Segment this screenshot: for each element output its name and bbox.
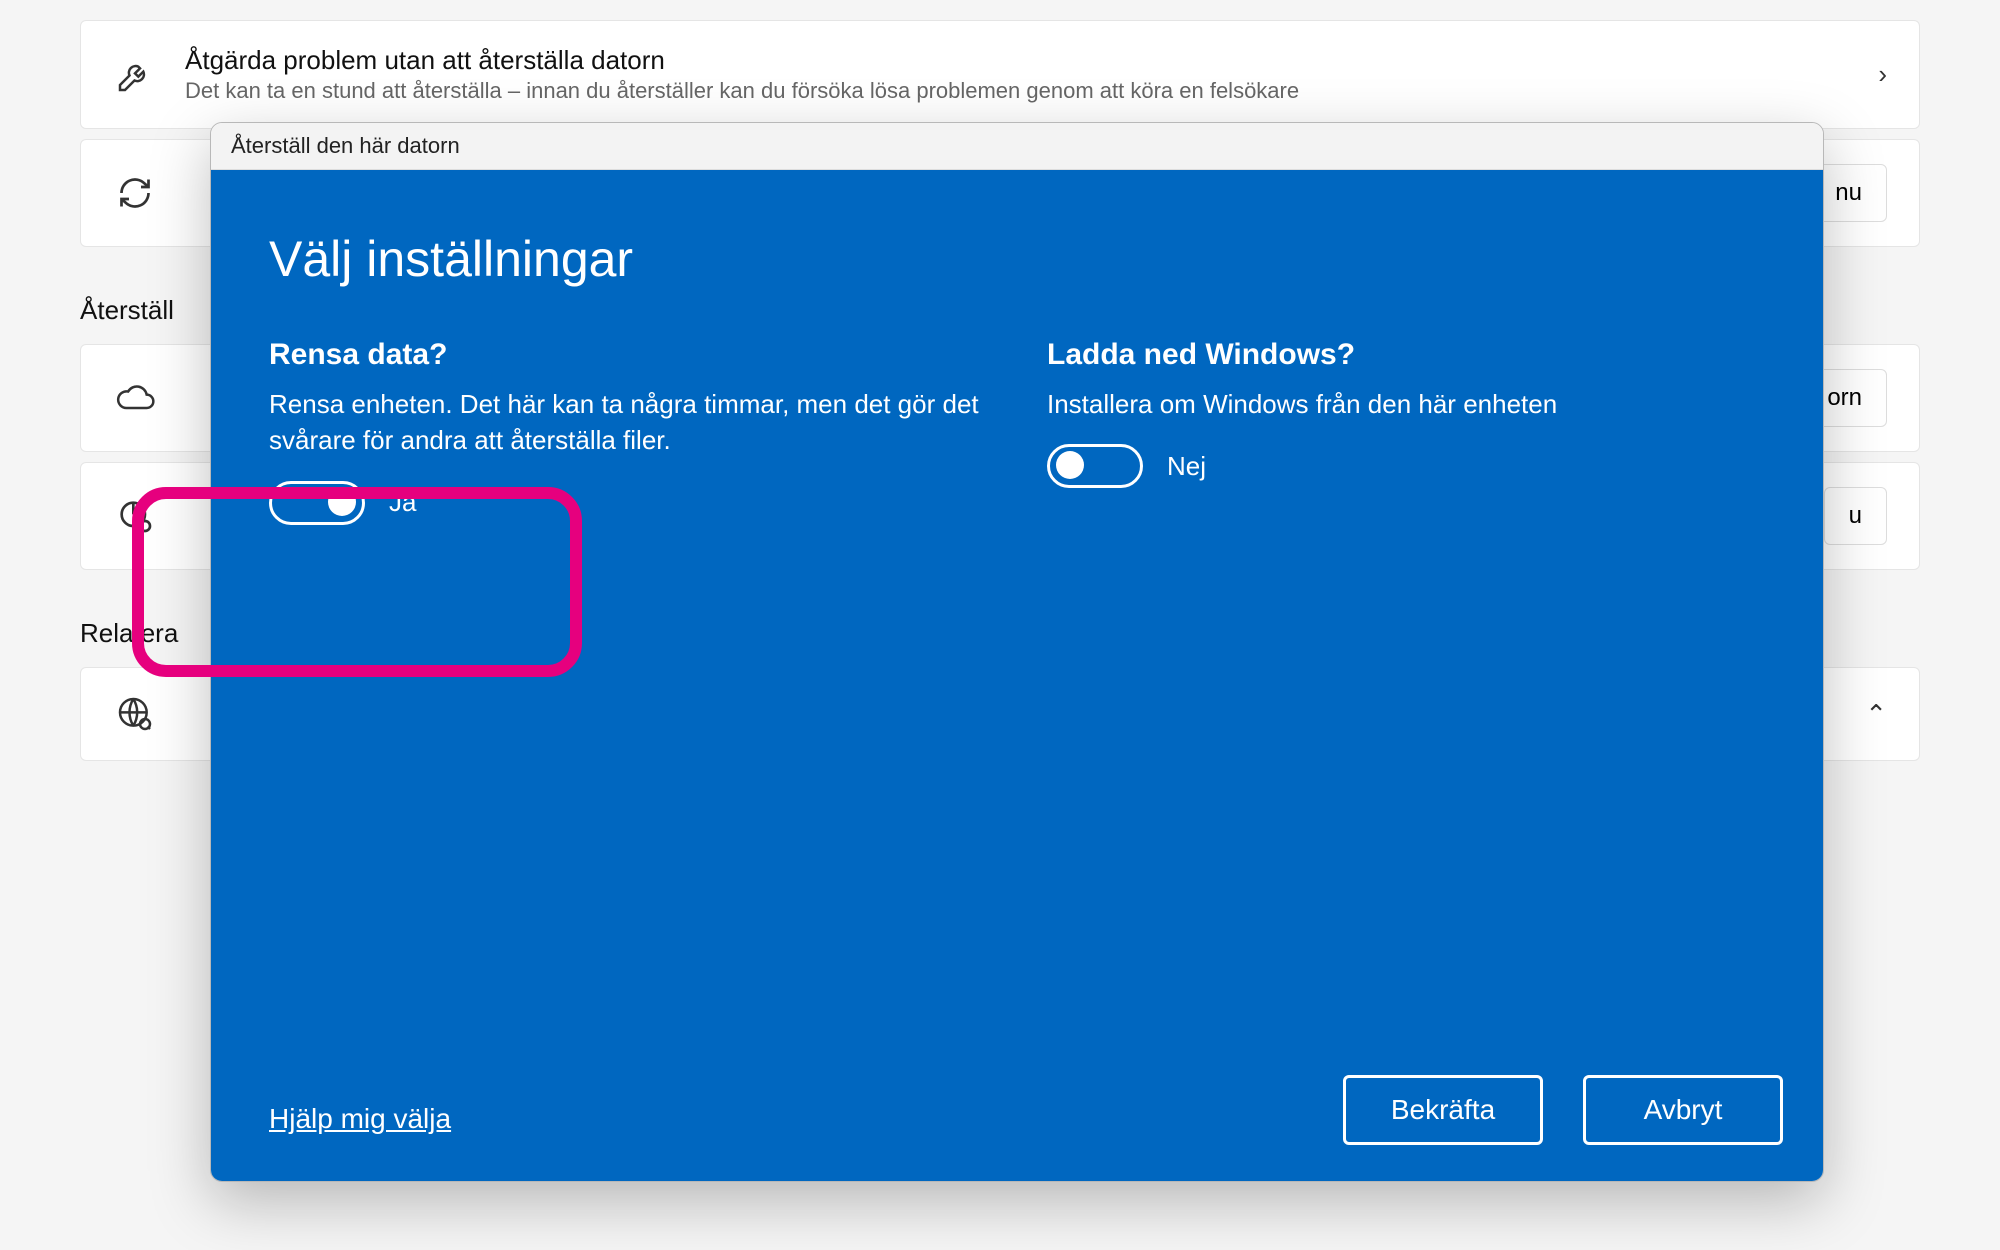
- globe-search-icon: [113, 692, 157, 736]
- dialog-title: Återställ den här datorn: [211, 123, 1823, 170]
- dialog-heading: Välj inställningar: [269, 230, 1765, 288]
- card-title: Åtgärda problem utan att återställa dato…: [185, 45, 1850, 76]
- download-value: Nej: [1167, 451, 1206, 482]
- clean-data-title: Rensa data?: [269, 338, 987, 372]
- download-desc: Installera om Windows från den här enhet…: [1047, 386, 1765, 422]
- cloud-reset-icon: [113, 376, 157, 420]
- power-gear-icon: [113, 494, 157, 538]
- clean-data-toggle[interactable]: [269, 481, 365, 525]
- download-toggle[interactable]: [1047, 444, 1143, 488]
- help-me-choose-link[interactable]: Hjälp mig välja: [269, 1103, 451, 1135]
- chevron-up-icon: ⌃: [1865, 699, 1887, 730]
- download-title: Ladda ned Windows?: [1047, 338, 1765, 372]
- refresh-icon: [113, 171, 157, 215]
- cancel-button[interactable]: Avbryt: [1583, 1075, 1783, 1145]
- reset-pc-dialog: Återställ den här datorn Välj inställnin…: [210, 122, 1824, 1182]
- clean-data-value: Ja: [389, 487, 416, 518]
- clean-data-option: Rensa data? Rensa enheten. Det här kan t…: [269, 338, 987, 525]
- download-windows-option: Ladda ned Windows? Installera om Windows…: [1047, 338, 1765, 525]
- card-action-button[interactable]: u: [1824, 487, 1887, 545]
- fix-without-reset-card[interactable]: Åtgärda problem utan att återställa dato…: [80, 20, 1920, 129]
- chevron-right-icon: ›: [1878, 59, 1887, 90]
- confirm-button[interactable]: Bekräfta: [1343, 1075, 1543, 1145]
- wrench-icon: [113, 53, 157, 97]
- clean-data-desc: Rensa enheten. Det här kan ta några timm…: [269, 386, 987, 459]
- card-subtitle: Det kan ta en stund att återställa – inn…: [185, 78, 1850, 104]
